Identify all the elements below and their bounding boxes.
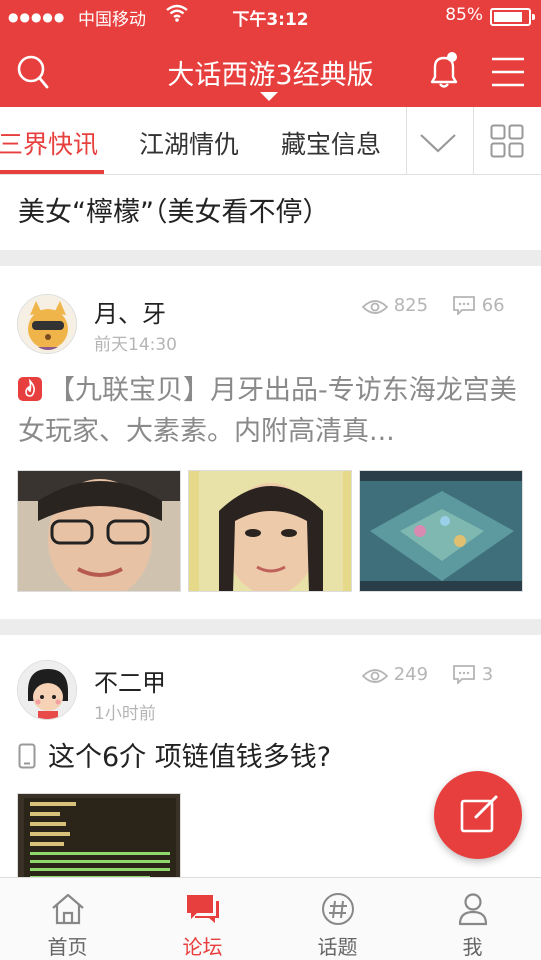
tab-forum[interactable]: 论坛 (135, 878, 270, 960)
post-time: 1小时前 (94, 704, 156, 724)
forum-icon (187, 895, 219, 923)
author-name[interactable]: 不二甲 (94, 663, 166, 698)
partial-post-title[interactable]: 美女“檸檬”（美女看不停） (18, 190, 329, 229)
eye-icon (361, 669, 389, 683)
chevron-down-icon[interactable] (418, 131, 458, 155)
edit-icon (460, 795, 498, 833)
comment-icon (453, 665, 475, 686)
status-bar: ●●●●● 中国移动 下午3:12 85% (0, 0, 541, 34)
tab-treasure[interactable]: 藏宝信息 (281, 125, 381, 161)
post-thumbnail[interactable] (359, 470, 523, 592)
hashtag-icon (322, 893, 354, 925)
tab-label: 我 (462, 935, 483, 959)
compose-button[interactable] (434, 771, 522, 859)
comment-count-value: 3 (481, 664, 494, 685)
flame-icon (18, 377, 42, 401)
bottom-tab-bar: 首页 论坛 话题 我 (0, 877, 541, 960)
tab-label: 论坛 (182, 935, 223, 959)
battery-percent: 85% (445, 5, 483, 25)
view-count-value: 825 (393, 295, 429, 316)
menu-icon[interactable] (490, 56, 526, 88)
divider (0, 619, 541, 635)
post-title-text: 这个6介 项链值钱多钱? (48, 742, 332, 773)
comment-icon (453, 296, 475, 317)
category-tabs: 三界快讯 江湖情仇 藏宝信息 (0, 107, 541, 175)
avatar[interactable] (17, 660, 77, 720)
post-title-text: 【九联宝贝】月牙出品-专访东海龙宫美女玩家、大素素。内附高清真... (18, 375, 517, 447)
title-bar: 大话西游3经典版 (0, 34, 541, 107)
home-icon (52, 893, 84, 925)
post-card[interactable]: 月、牙 前天14:30 825 66 【九联宝贝】月牙出品-专访东海龙宫美女玩家… (0, 266, 541, 619)
tab-topics[interactable]: 话题 (270, 878, 405, 960)
app-header: ●●●●● 中国移动 下午3:12 85% 大话西游3经典版 (0, 0, 541, 107)
post-thumbnail[interactable] (17, 793, 181, 877)
comment-count: 3 (452, 664, 494, 686)
post-title[interactable]: 【九联宝贝】月牙出品-专访东海龙宫美女玩家、大素素。内附高清真... (18, 370, 528, 452)
view-count: 825 (361, 295, 429, 316)
battery-icon (490, 8, 535, 26)
mobile-icon (18, 740, 36, 781)
person-icon (458, 893, 488, 926)
divider (473, 107, 474, 174)
bell-icon[interactable] (424, 50, 464, 90)
chevron-down-icon[interactable] (260, 92, 278, 101)
tab-label: 话题 (317, 935, 358, 959)
divider (0, 250, 541, 266)
divider (406, 107, 407, 174)
tab-home[interactable]: 首页 (0, 878, 135, 960)
view-count-value: 249 (393, 664, 429, 685)
avatar[interactable] (17, 294, 77, 354)
tab-label: 首页 (47, 935, 88, 959)
active-tab-indicator (0, 170, 104, 174)
post-thumbnail[interactable] (188, 470, 352, 592)
tab-jianghu[interactable]: 江湖情仇 (139, 125, 239, 161)
view-count: 249 (361, 664, 429, 685)
comment-count-value: 66 (481, 295, 505, 316)
tab-me[interactable]: 我 (405, 878, 540, 960)
tab-sanjie-news[interactable]: 三界快讯 (0, 125, 98, 161)
comment-count: 66 (452, 295, 505, 317)
author-name[interactable]: 月、牙 (94, 294, 166, 329)
eye-icon (361, 300, 389, 314)
post-time: 前天14:30 (94, 335, 177, 355)
post-thumbnail[interactable] (17, 470, 181, 592)
grid-icon[interactable] (490, 124, 524, 158)
